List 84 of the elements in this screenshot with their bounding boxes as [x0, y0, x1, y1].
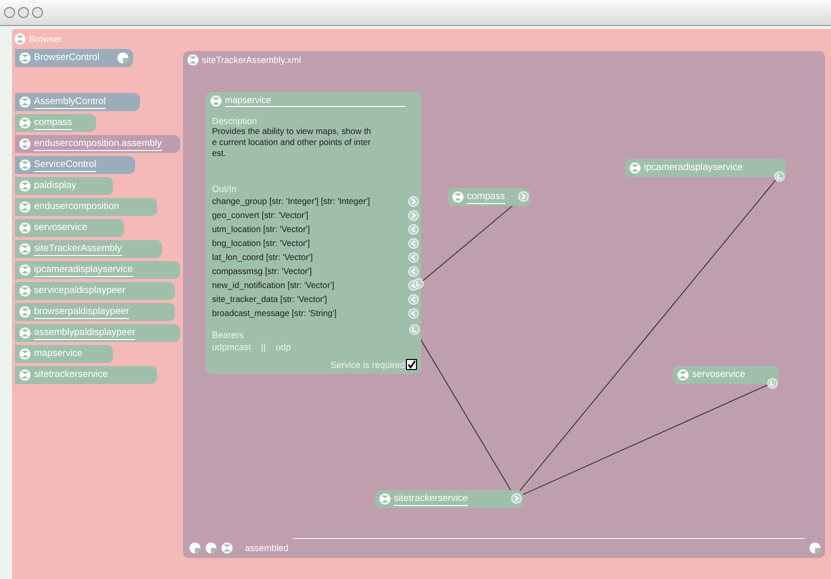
out-port-icon[interactable]: [518, 191, 529, 202]
browser-item[interactable]: compass: [15, 114, 96, 132]
out-port-icon[interactable]: [408, 196, 419, 206]
connector-icon[interactable]: [409, 324, 420, 335]
node-icon[interactable]: [19, 264, 31, 276]
port-label: site_tracker_data [str: 'Vector']: [212, 294, 328, 304]
port-label: compassmsg [str: 'Vector']: [212, 266, 312, 276]
browser-item[interactable]: AssemblyControl: [15, 93, 140, 111]
node-icon[interactable]: [19, 117, 31, 129]
status-text: assembled: [245, 543, 289, 553]
required-label: Service is required: [330, 360, 405, 370]
node-icon[interactable]: [19, 327, 31, 339]
browser-control[interactable]: BrowserControl: [15, 49, 133, 67]
out-port-icon[interactable]: [511, 493, 522, 504]
browser-title: Browser: [29, 34, 62, 44]
port-label: change_group [str: 'Integer'] [str: 'Integer']: [212, 196, 370, 206]
browser-item[interactable]: endusercomposition.assembly: [15, 135, 180, 153]
node-icon[interactable]: [19, 306, 31, 318]
node-icon[interactable]: [19, 159, 31, 171]
browser-item[interactable]: siteTrackerAssembly: [15, 240, 162, 258]
connector-icon[interactable]: [767, 378, 778, 389]
node-icon[interactable]: [14, 33, 26, 45]
in-port-icon[interactable]: [408, 266, 419, 276]
port-label: lat_lon_coord [str: 'Vector']: [212, 252, 313, 262]
browser-item[interactable]: assemblypaldisplaypeer: [15, 324, 180, 342]
window-button[interactable]: [4, 7, 15, 18]
node-icon[interactable]: [19, 348, 31, 360]
in-port-icon[interactable]: [408, 238, 419, 248]
section-label: Out/In: [212, 184, 238, 194]
resize-icon[interactable]: [809, 542, 821, 554]
in-port-icon[interactable]: [408, 252, 419, 262]
resize-icon[interactable]: [205, 542, 217, 554]
description-text: Provides the ability to view maps, show th e current location and other points of inter est.: [212, 126, 372, 159]
in-port-icon[interactable]: [408, 308, 419, 318]
window-button[interactable]: [32, 7, 43, 18]
node-icon[interactable]: [187, 54, 199, 66]
connector-icon[interactable]: [774, 171, 785, 182]
browser-item[interactable]: paldisplay: [15, 177, 113, 195]
service-node[interactable]: ipcameradisplayservice: [625, 159, 786, 177]
node-icon[interactable]: [19, 138, 31, 150]
node-icon[interactable]: [19, 52, 31, 64]
port-label: new_id_notification [str: 'Vector']: [212, 280, 334, 290]
node-icon[interactable]: [19, 180, 31, 192]
browser-item[interactable]: mapservice: [15, 345, 113, 363]
node-icon[interactable]: [379, 493, 391, 505]
port-label: geo_convert [str: 'Vector']: [212, 210, 308, 220]
node-icon[interactable]: [19, 369, 31, 381]
bearer-text: udp: [276, 342, 291, 352]
bearer-text: udpmcast: [212, 342, 252, 352]
bearer-text: ||: [261, 342, 266, 352]
port-label: broadcast_message [str: 'String']: [212, 308, 337, 318]
node-icon[interactable]: [629, 162, 641, 174]
section-label: Bearers: [212, 330, 245, 340]
node-icon[interactable]: [221, 542, 233, 554]
browser-item[interactable]: browserpaldisplaypeer: [15, 303, 175, 321]
browser-item[interactable]: servoservice: [15, 219, 124, 237]
browser-item[interactable]: endusercomposition: [15, 198, 157, 216]
required-checkbox[interactable]: [406, 359, 417, 370]
port-label: bng_location [str: 'Vector']: [212, 238, 310, 248]
node-icon[interactable]: [19, 201, 31, 213]
resize-icon[interactable]: [189, 542, 201, 554]
node-icon[interactable]: [19, 96, 31, 108]
browser-item[interactable]: ServiceControl: [15, 156, 135, 174]
browser-item[interactable]: servicepaldisplaypeer: [15, 282, 175, 300]
out-port-icon[interactable]: [408, 210, 419, 220]
in-port-icon[interactable]: [408, 224, 419, 234]
service-node[interactable]: sitetrackerservice: [375, 490, 523, 508]
in-port-icon[interactable]: [408, 294, 419, 304]
node-icon[interactable]: [677, 369, 689, 381]
service-name: mapservice: [225, 95, 405, 107]
node-icon[interactable]: [19, 243, 31, 255]
node-icon[interactable]: [210, 95, 222, 107]
service-node[interactable]: servoservice: [673, 366, 779, 384]
section-label: Description: [212, 116, 258, 126]
canvas-title: siteTrackerAssembly.xml: [202, 54, 302, 64]
browser-item[interactable]: sitetrackerservice: [15, 366, 157, 384]
resize-icon[interactable]: [117, 52, 129, 64]
window-button[interactable]: [18, 7, 29, 18]
service-node[interactable]: compass: [448, 188, 530, 206]
node-icon[interactable]: [452, 191, 464, 203]
node-icon[interactable]: [19, 222, 31, 234]
browser-item[interactable]: ipcameradisplayservice: [15, 261, 180, 279]
node-icon[interactable]: [19, 285, 31, 297]
port-label: utm_location [str: 'Vector']: [212, 224, 310, 234]
